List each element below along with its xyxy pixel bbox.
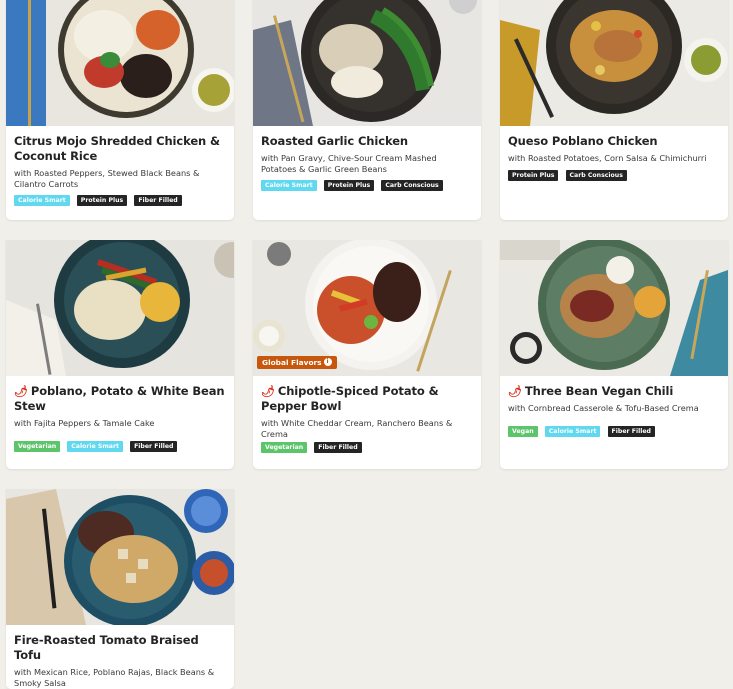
tag-carb-conscious: Carb Conscious [565, 169, 627, 181]
chili-pepper-icon: 🌶 [14, 385, 28, 398]
tag-calorie-smart: Calorie Smart [14, 195, 70, 206]
meal-title[interactable]: Roasted Garlic Chicken [261, 134, 473, 149]
meal-tags: Calorie Smart Protein Plus Fiber Filled [14, 195, 226, 207]
tag-fiber-filled: Fiber Filled [607, 425, 655, 437]
meal-image[interactable] [6, 240, 234, 376]
tag-protein-plus: Protein Plus [323, 180, 375, 191]
meal-image[interactable] [6, 0, 234, 126]
chili-pepper-icon: 🌶 [261, 385, 275, 398]
meal-card[interactable]: 🌶 Poblano, Potato & White Bean Stew with … [6, 240, 234, 469]
meal-card[interactable]: 🌶 Three Bean Vegan Chili with Cornbread C… [500, 240, 728, 469]
chili-pepper-icon: 🌶 [508, 385, 522, 398]
meal-card[interactable]: Global Flavors i 🌶 Chipotle-Spiced Potato … [253, 240, 481, 469]
info-icon[interactable]: i [323, 358, 332, 366]
meal-image[interactable] [500, 240, 728, 376]
meal-subtitle: with Roasted Peppers, Stewed Black Beans… [14, 168, 200, 189]
meal-title[interactable]: 🌶 Chipotle-Spiced Potato & Pepper Bowl [261, 384, 473, 414]
meal-tags: Vegetarian Calorie Smart Fiber Filled [14, 440, 226, 453]
tag-vegetarian: Vegetarian [14, 440, 61, 452]
tag-fiber-filled: Fiber Filled [130, 440, 178, 452]
meal-card[interactable]: Citrus Mojo Shredded Chicken & Coconut R… [6, 0, 234, 220]
tag-vegan: Vegan [508, 425, 538, 437]
meal-subtitle: with Roasted Potatoes, Corn Salsa & Chim… [508, 153, 707, 163]
meal-title[interactable]: Fire-Roasted Tomato Braised Tofu [14, 633, 226, 663]
meal-title[interactable]: 🌶 Three Bean Vegan Chili [508, 384, 720, 399]
meal-tags: Calorie Smart Protein Plus Carb Consciou… [261, 180, 473, 192]
meal-subtitle: with Cornbread Casserole & Tofu-Based Cr… [508, 403, 699, 413]
tag-protein-plus: Protein Plus [508, 169, 559, 181]
tag-fiber-filled: Fiber Filled [314, 442, 362, 453]
meal-image[interactable]: Global Flavors i [253, 240, 481, 376]
tag-carb-conscious: Carb Conscious [381, 180, 443, 191]
tag-calorie-smart: Calorie Smart [261, 180, 317, 191]
tag-calorie-smart: Calorie Smart [67, 440, 123, 452]
tag-vegetarian: Vegetarian [261, 442, 308, 453]
meal-tags: Vegetarian Fiber Filled [261, 442, 473, 454]
meal-subtitle: with Pan Gravy, Chive-Sour Cream Mashed … [261, 153, 437, 174]
tag-calorie-smart: Calorie Smart [544, 425, 601, 437]
meal-image[interactable] [6, 489, 234, 625]
meal-card[interactable]: Roasted Garlic Chicken with Pan Gravy, C… [253, 0, 481, 220]
meal-image[interactable] [500, 0, 728, 126]
tag-fiber-filled: Fiber Filled [134, 195, 182, 206]
meal-title[interactable]: Citrus Mojo Shredded Chicken & Coconut R… [14, 134, 226, 164]
meal-subtitle: with White Cheddar Cream, Ranchero Beans… [261, 418, 453, 439]
meal-subtitle: with Fajita Peppers & Tamale Cake [14, 418, 155, 428]
tag-protein-plus: Protein Plus [76, 195, 128, 206]
meal-card[interactable]: Fire-Roasted Tomato Braised Tofu with Me… [6, 489, 234, 689]
global-flavors-badge: Global Flavors i [257, 356, 337, 369]
meal-title[interactable]: 🌶 Poblano, Potato & White Bean Stew [14, 384, 226, 414]
meal-tags: Vegan Calorie Smart Fiber Filled [508, 425, 720, 438]
meal-title[interactable]: Queso Poblano Chicken [508, 134, 720, 149]
meal-tags: Protein Plus Carb Conscious [508, 169, 720, 182]
meal-card[interactable]: Queso Poblano Chicken with Roasted Potat… [500, 0, 728, 220]
meal-image[interactable] [253, 0, 481, 126]
